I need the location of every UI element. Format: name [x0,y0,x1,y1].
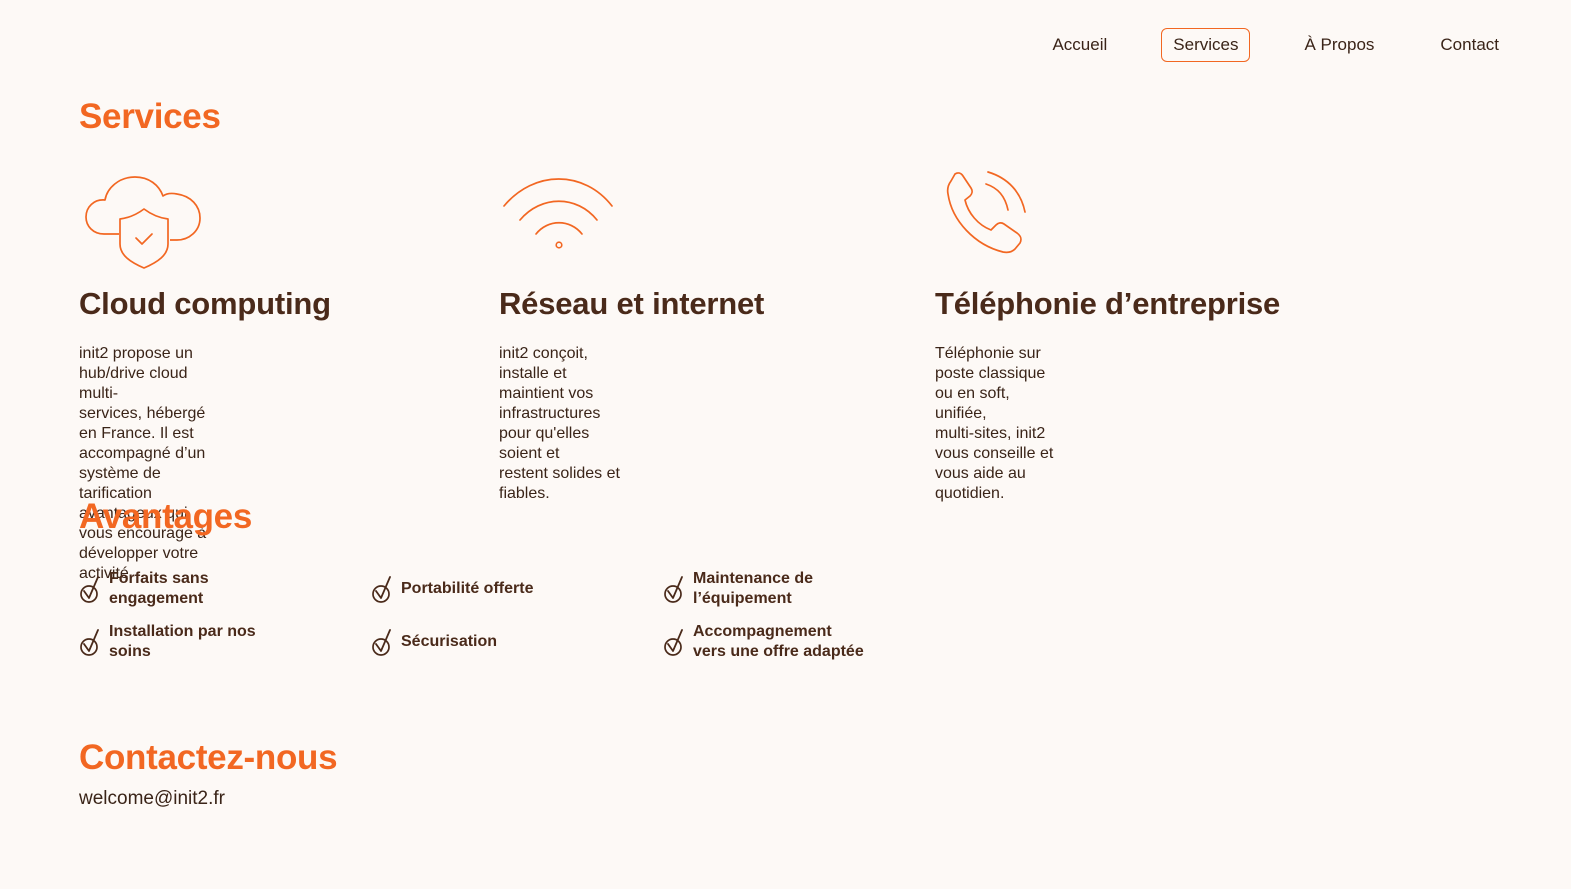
advantage-item: Installation par nos soins [79,622,256,662]
check-icon [80,576,99,603]
advantage-label: Installation par nos soins [109,623,256,660]
check-icon [664,576,683,603]
advantage-item: Forfaits sans engagement [79,569,209,609]
service-title-telephonie: Téléphonie d’entreprise [935,286,1281,321]
advantage-item: Accompagnement vers une offre adaptée [663,622,864,662]
service-desc-cloud: init2 propose un hub/drive cloud multi- … [79,345,207,582]
services-heading: Services [79,97,221,136]
service-desc-reseau: init2 conçoit, installe et maintient vos… [499,345,620,502]
check-icon [80,629,99,656]
advantage-label: Maintenance de l’équipement [693,570,814,607]
service-desc-telephonie: Téléphonie sur poste classique ou en sof… [935,345,1054,502]
service-cloud: Cloud computing init2 propose un hub/dri… [79,168,331,582]
advantage-item: Sécurisation [371,626,497,658]
nav-services[interactable]: Services [1161,28,1251,62]
advantages-heading: Avantages [79,497,253,536]
advantage-label: Portabilité offerte [401,580,534,597]
top-nav: Accueil Services À Propos Contact [998,28,1511,62]
contact-email-link[interactable]: welcome@init2.fr [79,788,225,810]
phone-icon [935,168,1065,278]
nav-a-propos[interactable]: À Propos [1292,28,1386,62]
advantage-item: Maintenance de l’équipement [663,569,813,609]
check-icon [664,629,683,656]
service-title-cloud: Cloud computing [79,286,331,321]
wifi-icon [499,168,629,278]
advantage-label: Sécurisation [401,633,498,650]
check-icon [372,576,391,603]
cloud-shield-icon [79,168,209,278]
advantage-item: Portabilité offerte [371,573,533,605]
service-title-reseau: Réseau et internet [499,286,765,321]
check-icon [372,629,391,656]
nav-accueil[interactable]: Accueil [1040,28,1119,62]
advantage-label: Accompagnement vers une offre adaptée [693,623,864,660]
contact-heading: Contactez-nous [79,738,338,777]
service-reseau: Réseau et internet init2 conçoit, instal… [499,168,764,502]
nav-contact[interactable]: Contact [1428,28,1511,62]
service-telephonie: Téléphonie d’entreprise Téléphonie sur p… [935,168,1280,502]
advantage-label: Forfaits sans engagement [109,570,209,607]
